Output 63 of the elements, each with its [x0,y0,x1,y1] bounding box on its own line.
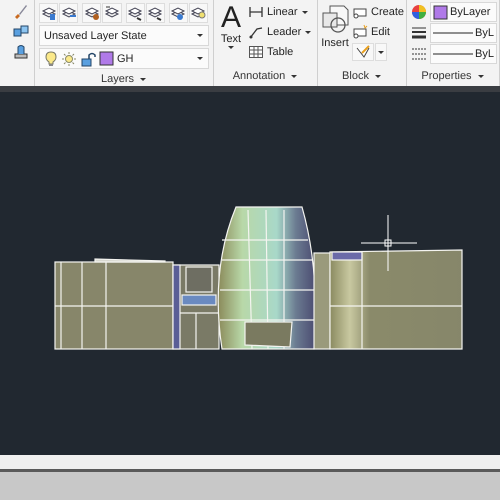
unlocked-padlock-icon [80,50,96,66]
layer-stack-icon [190,5,206,21]
lightbulb-icon [44,50,58,66]
layer-stack-icon [84,5,100,21]
caret-icon[interactable] [227,45,235,50]
lineweight-icon [411,25,427,41]
color-dropdown[interactable]: ByLayer [430,2,497,22]
caret-icon[interactable] [139,76,148,82]
layer-stack-icon [170,5,186,21]
layer-tool-button[interactable] [188,3,208,23]
panel-title-button[interactable]: Properties [407,66,499,86]
line-sample-icon [433,52,474,56]
crosshair-cursor-icon [360,214,418,272]
layer-stack-icon [127,5,144,21]
layer-stack-icon [147,5,164,21]
layer-state-dropdown[interactable]: Unsaved Layer State [39,25,209,46]
block-editor-button[interactable] [352,43,374,61]
annotation-tool-button[interactable]: Linear [248,3,312,21]
caret-icon[interactable] [196,56,204,61]
color-swatch-icon [433,4,448,20]
insert-block-icon [320,3,350,35]
layer-color-swatch-icon [99,51,114,66]
layer-dropdown[interactable]: GH [39,48,209,69]
block-tool-button[interactable]: Create [352,3,404,21]
dimension-icon [248,4,264,20]
layer-stack-icon [40,5,57,21]
layer-tool-button[interactable] [39,3,58,23]
line-value-label: ByL [475,48,494,60]
caret-icon[interactable] [476,74,485,78]
insert-button[interactable]: Insert [320,3,350,66]
caret-icon[interactable] [290,74,298,78]
sun-icon [61,50,77,66]
table-icon [248,44,264,60]
linetype-icon [411,46,427,62]
layer-tool-button[interactable] [82,3,102,23]
color-wheel-icon [411,4,427,20]
stamp-icon[interactable] [12,43,30,60]
lineweight-dropdown[interactable]: ByL [430,23,497,43]
panel-title-button[interactable]: Annotation [214,66,317,86]
layer-tool-button[interactable] [168,3,188,23]
caret-icon[interactable] [374,74,382,78]
edit-block-icon [352,24,368,40]
dropdown-button[interactable] [375,43,387,61]
layer-tool-button[interactable] [146,3,165,23]
line-sample-icon [433,31,474,35]
annotation-tool-button[interactable]: Table [248,43,312,61]
layer-tool-button[interactable] [59,3,78,23]
color-label: ByLayer [450,6,490,18]
layer-tool-button[interactable] [102,3,122,23]
caret-icon[interactable] [304,30,312,34]
line-value-label: ByL [475,27,494,39]
caret-icon[interactable] [196,33,204,38]
annotation-tool-button[interactable]: Leader [248,23,312,41]
layer-tool-button[interactable] [126,3,145,23]
linetype-dropdown[interactable]: ByL [430,44,497,64]
panel-title-button[interactable]: Layers [35,69,213,86]
caret-icon [377,50,385,54]
layer-name: GH [117,52,134,64]
caret-icon[interactable] [300,10,309,14]
panel-title-button[interactable]: Block [318,66,406,86]
text-tool-button[interactable]: A Text [216,3,246,66]
layer-state-label: Unsaved Layer State [44,30,148,42]
block-tool-button[interactable]: Edit [352,23,404,41]
